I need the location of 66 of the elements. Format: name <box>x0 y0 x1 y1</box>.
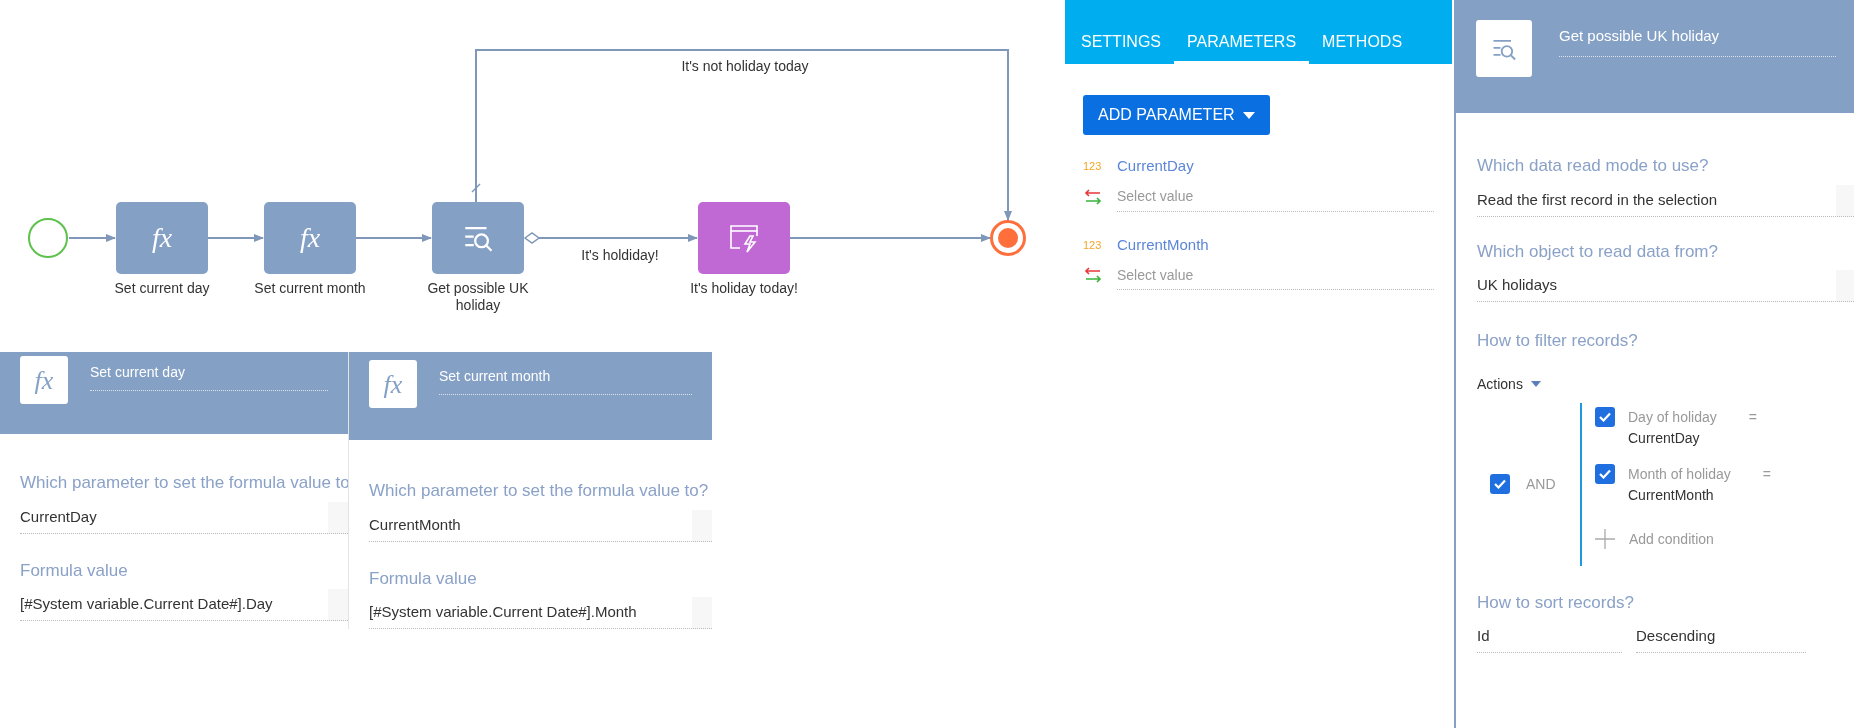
caret-icon <box>1242 111 1255 119</box>
value-field[interactable]: UK holidays <box>1477 270 1854 302</box>
formula-icon: fx <box>20 356 68 404</box>
actions-menu[interactable]: Actions <box>1477 373 1541 395</box>
title-field[interactable]: Set current day <box>90 356 328 391</box>
formula-icon: fx <box>151 217 173 259</box>
end-event[interactable] <box>990 220 1026 256</box>
checkbox[interactable] <box>1595 406 1615 427</box>
checkbox[interactable] <box>1595 463 1615 484</box>
parameter-name[interactable]: CurrentDay <box>1117 155 1194 178</box>
value-field[interactable]: CurrentMonth <box>369 509 712 542</box>
caret-icon <box>1530 381 1541 387</box>
field-label: Which object to read data from? <box>1477 240 1719 263</box>
value-field[interactable]: CurrentDay <box>20 501 348 534</box>
flow-arrow <box>207 234 264 242</box>
flow-label: It's holdiday! <box>580 246 660 265</box>
sort-column-field[interactable]: Id <box>1477 621 1622 653</box>
value-field[interactable]: Select value <box>1117 260 1434 290</box>
type-label: 123 <box>1083 237 1103 253</box>
comparison-operator[interactable]: = <box>1748 406 1757 428</box>
field-label: Which data read mode to use? <box>1477 155 1710 177</box>
process-node[interactable] <box>698 202 790 274</box>
sort-direction-field[interactable]: Descending <box>1636 621 1806 653</box>
value-field[interactable]: Select value <box>1117 181 1434 212</box>
flow-arrow <box>68 234 116 242</box>
title-field[interactable]: Set current month <box>439 360 692 395</box>
start-event[interactable] <box>28 218 68 258</box>
field-label: How to sort records? <box>1477 591 1635 614</box>
checkmark-icon <box>1599 468 1611 479</box>
process-node[interactable]: fx <box>264 202 356 274</box>
group-operator: AND <box>1526 474 1556 494</box>
formula-icon: fx <box>299 217 321 259</box>
condition-value[interactable]: CurrentDay <box>1628 427 1757 449</box>
flow-label: It's not holiday today <box>680 57 810 76</box>
formula-icon: fx <box>369 360 417 408</box>
field-label: Formula value <box>20 559 129 582</box>
swap-arrows-icon <box>1083 188 1103 205</box>
tab[interactable]: PARAMETERS <box>1174 30 1310 64</box>
checkmark-icon <box>1599 411 1611 422</box>
plus-icon <box>1595 529 1615 549</box>
field-label: How to filter records? <box>1477 330 1639 352</box>
checkbox[interactable] <box>1490 474 1510 494</box>
checkmark-icon <box>1494 479 1506 489</box>
node-label: It's holiday today! <box>689 280 799 297</box>
parameter-name[interactable]: CurrentMonth <box>1117 233 1209 256</box>
tab[interactable]: SETTINGS <box>1068 30 1174 64</box>
node-label: Set current month <box>253 280 367 297</box>
condition-value[interactable]: CurrentMonth <box>1628 484 1771 506</box>
field-label: Which parameter to set the formula value to? <box>369 480 710 502</box>
value-field[interactable]: Read the first record in the selection <box>1477 184 1854 217</box>
process-node[interactable] <box>432 202 524 274</box>
process-node[interactable]: fx <box>116 202 208 274</box>
add-condition-button[interactable]: Add condition <box>1595 528 1714 550</box>
node-label: Get possible UK holiday <box>426 280 530 314</box>
add-parameter-button[interactable]: ADD PARAMETER <box>1083 95 1270 135</box>
value-field[interactable]: [#System variable.Current Date#].Month <box>369 597 712 629</box>
condition-column[interactable]: Month of holiday <box>1628 463 1731 485</box>
condition-column[interactable]: Day of holiday <box>1628 406 1717 428</box>
value-field[interactable]: [#System variable.Current Date#].Day <box>20 589 348 621</box>
comparison-operator[interactable]: = <box>1762 463 1771 485</box>
node-label: Set current day <box>113 280 211 297</box>
title-field[interactable]: Get possible UK holiday <box>1559 20 1836 57</box>
type-label: 123 <box>1083 159 1103 174</box>
swap-arrows-icon <box>1083 267 1103 283</box>
field-label: Formula value <box>369 567 478 590</box>
tab[interactable]: METHODS <box>1309 30 1416 64</box>
